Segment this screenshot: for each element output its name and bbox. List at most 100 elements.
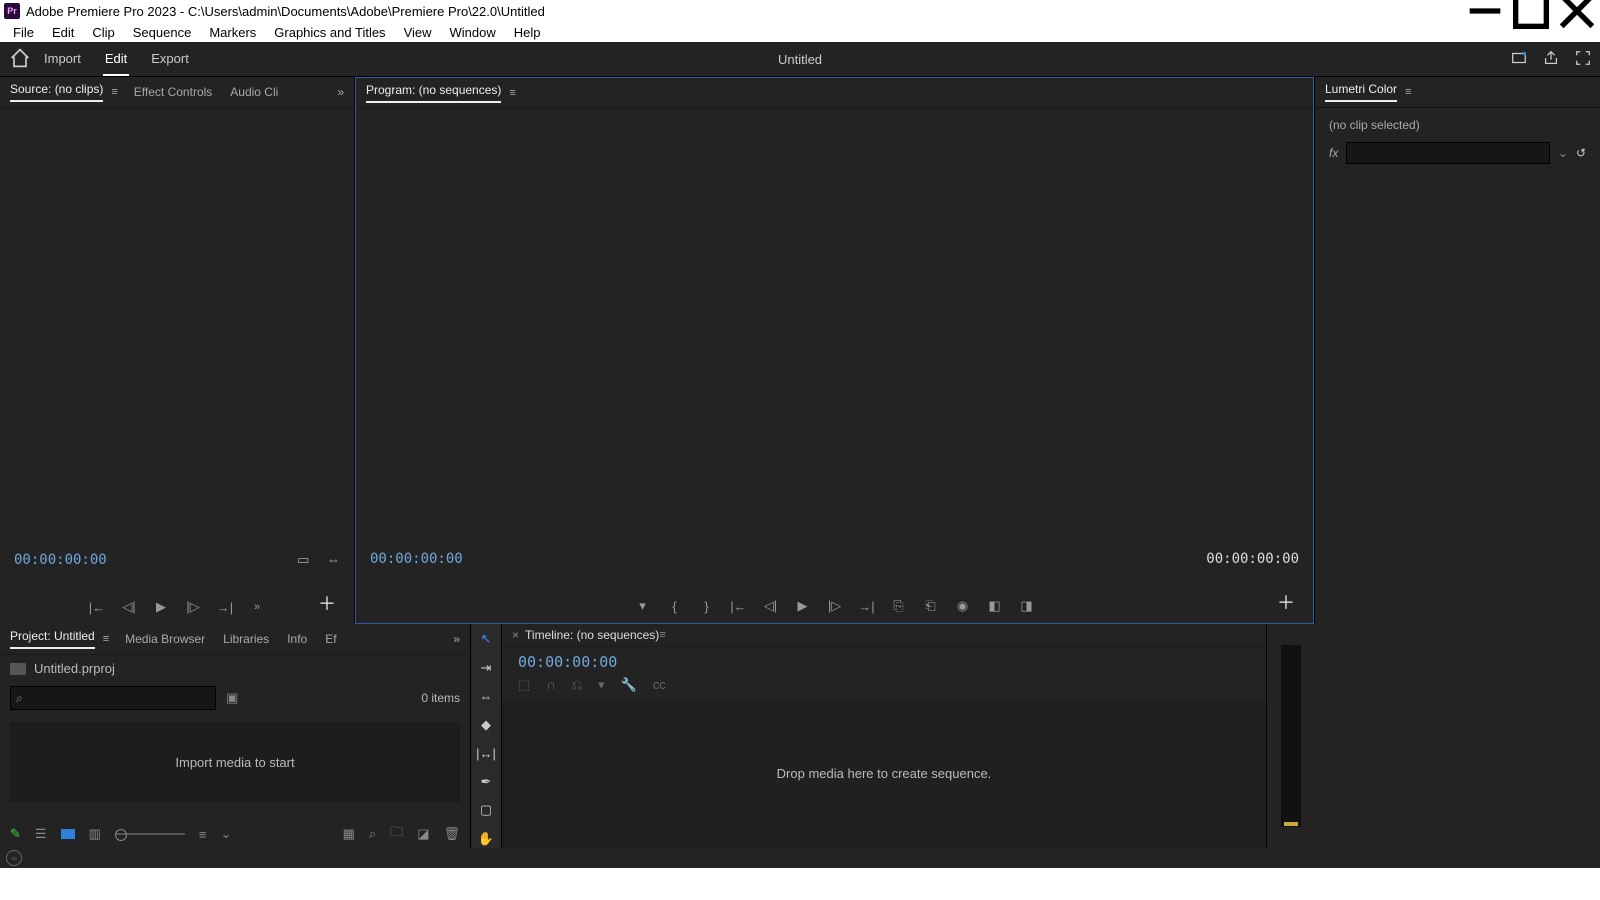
tab-info[interactable]: Info — [287, 632, 307, 646]
menu-sequence[interactable]: Sequence — [124, 23, 201, 42]
tab-program[interactable]: Program: (no sequences) — [366, 83, 501, 103]
share-icon[interactable] — [1542, 49, 1560, 70]
tab-lumetri[interactable]: Lumetri Color — [1325, 82, 1397, 102]
settings-icon[interactable]: ◨ — [1018, 597, 1036, 615]
menu-edit[interactable]: Edit — [43, 23, 83, 42]
creative-cloud-icon[interactable]: ∞ — [6, 850, 22, 866]
play-icon[interactable]: ▶ — [152, 598, 170, 616]
tab-audio-clip[interactable]: Audio Cli — [230, 85, 278, 99]
tab-source[interactable]: Source: (no clips) — [10, 82, 103, 102]
quick-export-icon[interactable] — [1510, 49, 1528, 70]
prog-play-icon[interactable]: ▶ — [794, 597, 812, 615]
pen-tool-icon[interactable]: ✒ — [476, 773, 496, 792]
in-bracket-icon[interactable]: { — [666, 597, 684, 615]
lumetri-preset-select[interactable] — [1346, 142, 1550, 164]
linked-selection-icon[interactable]: ⎌ — [572, 677, 582, 693]
prog-goto-out-icon[interactable]: →| — [858, 597, 876, 615]
mark-in-icon[interactable]: ▾ — [634, 597, 652, 615]
tab-timeline[interactable]: Timeline: (no sequences) — [525, 628, 659, 642]
find-icon[interactable]: ⌕ — [369, 826, 376, 842]
source-add-button-icon[interactable]: ＋ — [318, 590, 336, 616]
menu-file[interactable]: File — [4, 23, 43, 42]
source-menu-icon[interactable]: ≡ — [111, 86, 115, 98]
tab-project[interactable]: Project: Untitled — [10, 629, 95, 649]
tab-media-browser[interactable]: Media Browser — [125, 632, 205, 646]
source-timecode[interactable]: 00:00:00:00 — [14, 552, 107, 568]
compare-icon[interactable]: ◧ — [986, 597, 1004, 615]
prog-step-fwd-icon[interactable]: |▷ — [826, 597, 844, 615]
menu-markers[interactable]: Markers — [200, 23, 265, 42]
step-back-icon[interactable]: ◁| — [120, 598, 138, 616]
source-overflow-icon[interactable]: » — [337, 85, 344, 99]
freeform-view-icon[interactable]: ▥ — [89, 826, 101, 842]
program-menu-icon[interactable]: ≡ — [509, 87, 513, 99]
icon-view-icon[interactable] — [61, 829, 75, 839]
write-mode-icon[interactable]: ✎ — [10, 826, 21, 842]
project-menu-icon[interactable]: ≡ — [103, 633, 107, 645]
lumetri-menu-icon[interactable]: ≡ — [1405, 86, 1409, 98]
slip-tool-icon[interactable]: |↔| — [476, 744, 496, 763]
sort-chevron-icon[interactable]: ⌄ — [220, 826, 231, 842]
fullscreen-icon[interactable] — [1574, 49, 1592, 70]
tab-effect-controls[interactable]: Effect Controls — [134, 85, 212, 99]
maximize-button[interactable] — [1508, 0, 1554, 22]
new-item-icon[interactable]: ◪ — [417, 826, 429, 842]
goto-in-icon[interactable]: |← — [88, 598, 106, 616]
minimize-button[interactable] — [1462, 0, 1508, 22]
prog-goto-in-icon[interactable]: |← — [730, 597, 748, 615]
snap-icon[interactable]: ∩ — [546, 677, 555, 693]
wrench-icon[interactable]: 🔧 — [621, 677, 637, 693]
timeline-close-icon[interactable]: × — [512, 628, 519, 642]
tab-export[interactable]: Export — [149, 43, 191, 76]
menu-view[interactable]: View — [395, 23, 441, 42]
automate-icon[interactable]: ▦ — [343, 826, 355, 842]
close-button[interactable] — [1554, 0, 1600, 22]
new-folder-icon[interactable]: 🗀 — [390, 823, 403, 845]
menu-help[interactable]: Help — [505, 23, 550, 42]
selection-tool-icon[interactable]: ↖ — [476, 630, 496, 649]
timeline-menu-icon[interactable]: ≡ — [659, 629, 663, 641]
extract-icon[interactable]: ⎗ — [922, 597, 940, 615]
new-bin-icon[interactable]: ▣ — [226, 690, 238, 706]
lumetri-reset-icon[interactable]: ↺ — [1576, 146, 1586, 160]
project-drop-area[interactable]: Import media to start — [10, 722, 460, 802]
rectangle-tool-icon[interactable]: ▢ — [476, 801, 496, 820]
timeline-drop-area[interactable]: Drop media here to create sequence. — [502, 699, 1266, 848]
menu-clip[interactable]: Clip — [83, 23, 123, 42]
step-fwd-icon[interactable]: |▷ — [184, 598, 202, 616]
project-overflow-icon[interactable]: » — [453, 632, 460, 646]
prog-step-back-icon[interactable]: ◁| — [762, 597, 780, 615]
fit-icon[interactable]: ▭ — [297, 552, 309, 567]
camera-icon[interactable]: ◉ — [954, 597, 972, 615]
caption-icon[interactable]: cc — [653, 677, 666, 693]
program-timecode-left[interactable]: 00:00:00:00 — [370, 551, 463, 567]
lumetri-panel: Lumetri Color ≡ (no clip selected) fx ⌄ … — [1314, 77, 1600, 624]
list-view-icon[interactable]: ☰ — [35, 826, 47, 842]
ripple-tool-icon[interactable]: ⇔ — [476, 687, 496, 706]
workspace-bar: Import Edit Export Untitled — [0, 42, 1600, 77]
lift-icon[interactable]: ⎘ — [890, 597, 908, 615]
track-select-tool-icon[interactable]: ⇥ — [476, 659, 496, 678]
program-add-button-icon[interactable]: ＋ — [1277, 589, 1295, 615]
timeline-timecode[interactable]: 00:00:00:00 — [502, 647, 1266, 677]
out-bracket-icon[interactable]: } — [698, 597, 716, 615]
project-search-input[interactable] — [10, 686, 216, 710]
menu-window[interactable]: Window — [441, 23, 505, 42]
menu-graphics[interactable]: Graphics and Titles — [265, 23, 394, 42]
tab-effects[interactable]: Ef — [325, 632, 336, 646]
tab-import[interactable]: Import — [42, 43, 83, 76]
trash-icon[interactable]: 🗑 — [443, 826, 460, 842]
home-button[interactable] — [8, 46, 32, 73]
marker-icon[interactable]: ▾ — [598, 677, 605, 693]
source-overflow2-icon[interactable]: » — [248, 598, 266, 616]
tab-libraries[interactable]: Libraries — [223, 632, 269, 646]
tab-edit[interactable]: Edit — [103, 43, 129, 76]
hand-tool-icon[interactable]: ✋ — [476, 830, 496, 849]
razor-tool-icon[interactable]: ◆ — [476, 716, 496, 735]
sort-icon[interactable]: ≡ — [199, 827, 207, 842]
goto-out-icon[interactable]: →| — [216, 598, 234, 616]
thumbnail-size-slider[interactable] — [115, 833, 185, 835]
lumetri-preset-chevron-icon[interactable]: ⌄ — [1558, 146, 1568, 160]
insert-mode-icon[interactable]: ⬚ — [518, 677, 530, 693]
resolution-icon[interactable]: ⇔ — [327, 552, 340, 567]
